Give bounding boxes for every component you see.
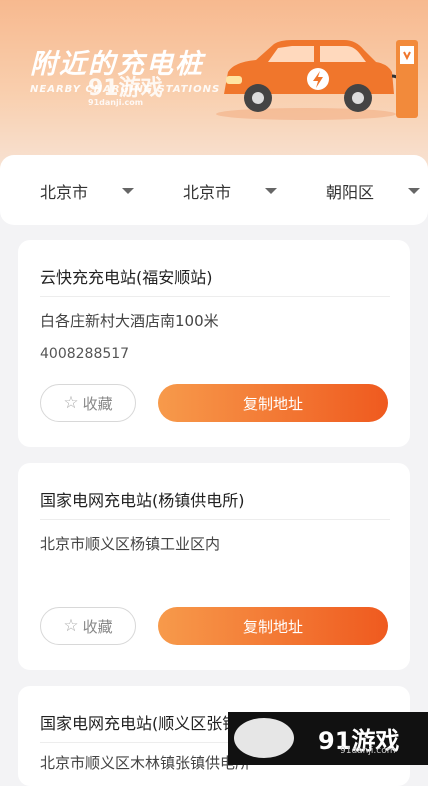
header-banner: 附近的充电桩 NEARBY CHARGING STATIONS 91游戏 91d…	[0, 0, 428, 170]
watermark: 91游戏 91danji.com	[88, 76, 163, 107]
caret-down-icon	[122, 188, 135, 194]
station-address: 白各庄新村大酒店南100米	[40, 312, 219, 330]
city-label: 北京市	[183, 183, 232, 202]
star-icon: ☆	[63, 616, 79, 636]
city-dropdown[interactable]: 北京市	[183, 179, 278, 203]
station-card: 云快充充电站(福安顺站) 白各庄新村大酒店南100米 4008288517 ☆ …	[18, 240, 410, 447]
site-logo-badge: 91游戏 91danji.com	[228, 712, 428, 765]
favorite-button[interactable]: ☆ 收藏	[40, 384, 136, 422]
electric-car-icon	[216, 40, 418, 120]
favorite-button[interactable]: ☆ 收藏	[40, 607, 136, 645]
station-phone[interactable]: 4008288517	[40, 346, 129, 362]
divider	[40, 519, 390, 520]
caret-down-icon	[265, 188, 278, 194]
province-dropdown[interactable]: 北京市	[40, 179, 135, 203]
station-name: 国家电网充电站(顺义区张镇供	[40, 714, 255, 733]
station-address: 北京市顺义区木林镇张镇供电所	[40, 754, 251, 772]
divider	[40, 296, 390, 297]
logo-icon	[234, 718, 294, 758]
station-address: 北京市顺义区杨镇工业区内	[40, 535, 221, 553]
district-dropdown[interactable]: 朝阳区	[326, 179, 421, 203]
station-name: 国家电网充电站(杨镇供电所)	[40, 491, 245, 510]
caret-down-icon	[408, 188, 421, 194]
station-name: 云快充充电站(福安顺站)	[40, 268, 213, 287]
copy-address-button[interactable]: 复制地址	[158, 607, 388, 645]
region-filter-bar: 北京市 北京市 朝阳区	[0, 155, 428, 225]
district-label: 朝阳区	[326, 183, 375, 202]
copy-address-button[interactable]: 复制地址	[158, 384, 388, 422]
province-label: 北京市	[40, 183, 89, 202]
station-card: 国家电网充电站(杨镇供电所) 北京市顺义区杨镇工业区内 ☆ 收藏 复制地址	[18, 463, 410, 670]
star-icon: ☆	[63, 393, 79, 413]
